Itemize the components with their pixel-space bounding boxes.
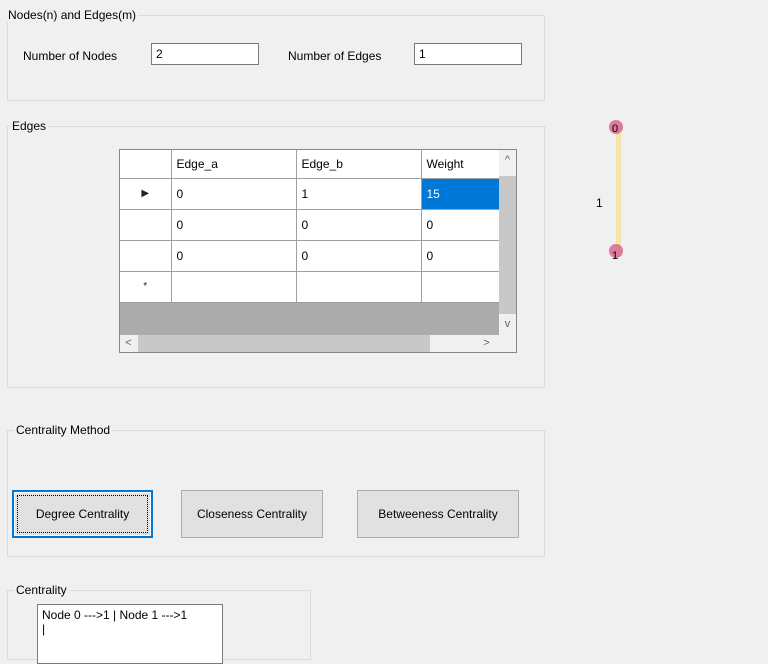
column-header-edge-b[interactable]: Edge_b [296, 150, 422, 179]
number-of-edges-label: Number of Edges [288, 49, 382, 63]
edges-group-title: Edges [10, 119, 49, 133]
new-row-asterisk-icon[interactable]: * [120, 271, 172, 303]
cell-weight[interactable] [421, 271, 500, 303]
edges-data-grid[interactable]: Edge_a Edge_b Weight ▶ 0 1 15 0 0 0 0 0 … [119, 149, 517, 353]
new-row[interactable]: * [120, 271, 500, 303]
column-header-edge-a[interactable]: Edge_a [171, 150, 297, 179]
table-row[interactable]: ▶ 0 1 15 [120, 178, 500, 210]
cell-weight[interactable]: 0 [421, 240, 500, 272]
grid-header-row: Edge_a Edge_b Weight [120, 150, 500, 179]
number-of-nodes-input[interactable]: 2 [151, 43, 259, 65]
row-header-corner [120, 150, 172, 179]
graph-node-0-label: 0 [612, 123, 619, 135]
cell-edge-b[interactable]: 0 [296, 209, 422, 241]
graph-canvas: 0 1 1 [585, 115, 645, 265]
cell-edge-b[interactable]: 1 [296, 178, 422, 210]
closeness-centrality-button[interactable]: Closeness Centrality [181, 490, 323, 538]
centrality-output-textbox[interactable]: Node 0 --->1 | Node 1 --->1 | [37, 604, 223, 664]
number-of-edges-input[interactable]: 1 [414, 43, 522, 65]
cell-edge-b[interactable] [296, 271, 422, 303]
row-selector-icon[interactable]: ▶ [120, 178, 172, 210]
betweeness-centrality-button[interactable]: Betweeness Centrality [357, 490, 519, 538]
number-of-nodes-label: Number of Nodes [23, 49, 118, 63]
graph-edge-line [616, 129, 621, 247]
cell-weight[interactable]: 15 [421, 178, 500, 210]
betweeness-centrality-button-label: Betweeness Centrality [378, 507, 498, 521]
vertical-scrollbar[interactable]: ^ v [499, 150, 516, 336]
degree-centrality-button[interactable]: Degree Centrality [12, 490, 153, 538]
scroll-right-icon[interactable]: > [478, 335, 495, 352]
cell-edge-a[interactable]: 0 [171, 240, 297, 272]
table-row[interactable]: 0 0 0 [120, 240, 500, 272]
scrollbar-corner [499, 335, 516, 352]
row-header[interactable] [120, 240, 172, 272]
table-row[interactable]: 0 0 0 [120, 209, 500, 241]
cell-edge-a[interactable]: 0 [171, 178, 297, 210]
vertical-scroll-thumb[interactable] [499, 176, 516, 314]
graph-node-1-label: 1 [612, 250, 619, 262]
row-header[interactable] [120, 209, 172, 241]
scroll-left-icon[interactable]: < [120, 335, 137, 352]
cell-edge-b[interactable]: 0 [296, 240, 422, 272]
centrality-method-group-title: Centrality Method [14, 423, 113, 437]
cell-edge-a[interactable] [171, 271, 297, 303]
cell-weight[interactable]: 0 [421, 209, 500, 241]
column-header-weight[interactable]: Weight [421, 150, 500, 179]
horizontal-scrollbar[interactable]: < > [120, 335, 499, 352]
cell-edge-a[interactable]: 0 [171, 209, 297, 241]
horizontal-scroll-thumb[interactable] [138, 335, 430, 352]
degree-centrality-button-label: Degree Centrality [35, 507, 130, 521]
scroll-up-icon[interactable]: ^ [499, 152, 516, 169]
scroll-down-icon[interactable]: v [499, 316, 516, 333]
closeness-centrality-button-label: Closeness Centrality [196, 507, 308, 521]
graph-edge-weight-label: 1 [596, 196, 603, 210]
nodes-edges-group-title: Nodes(n) and Edges(m) [6, 8, 139, 22]
centrality-group-title: Centrality [14, 583, 69, 597]
